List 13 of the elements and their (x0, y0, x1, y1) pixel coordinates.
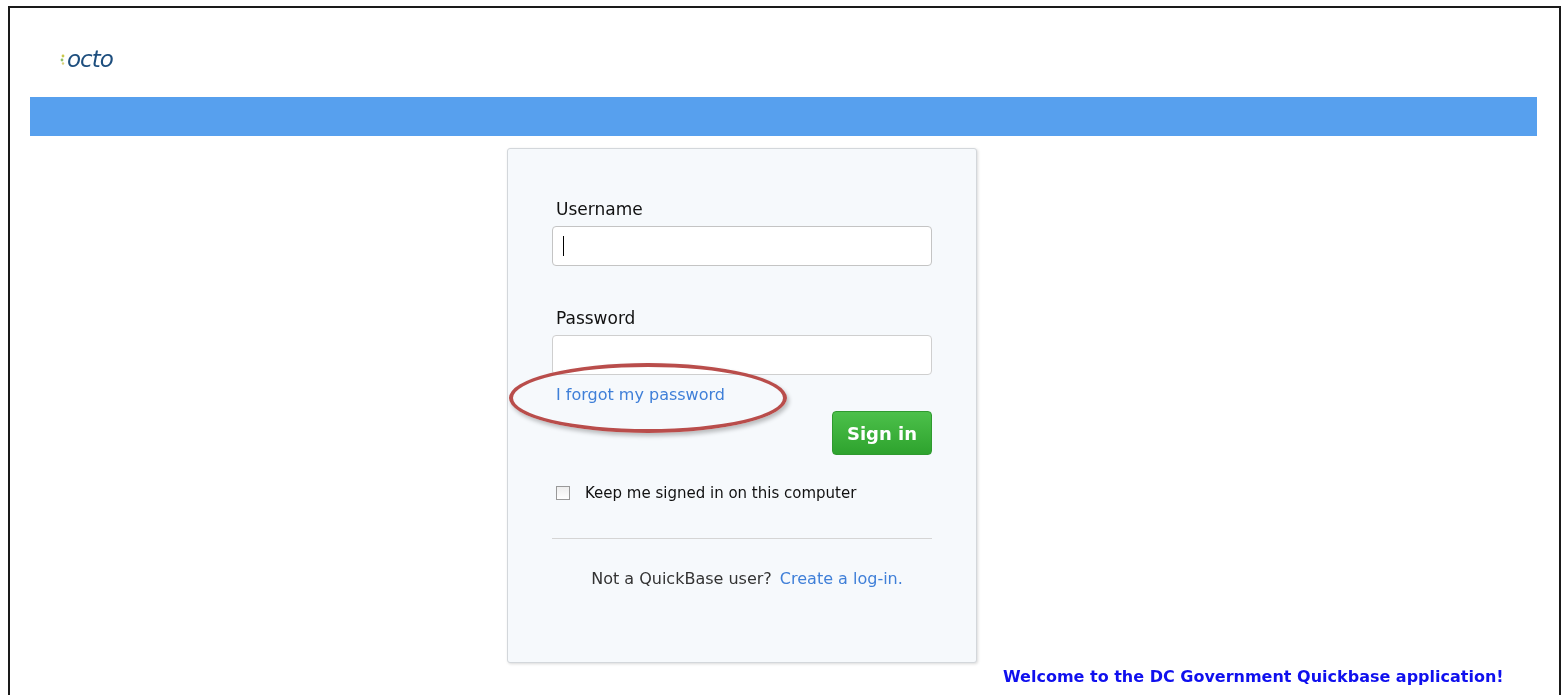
dots-icon (60, 53, 66, 65)
keep-signed-in-label: Keep me signed in on this computer (585, 484, 857, 502)
logo: octo (60, 46, 113, 72)
password-label: Password (556, 308, 637, 328)
username-label: Username (556, 199, 644, 219)
signup-prompt: Not a QuickBase user? (591, 569, 772, 588)
sign-in-button[interactable]: Sign in (832, 411, 932, 455)
username-field[interactable] (552, 226, 932, 266)
keep-signed-in-checkbox[interactable] (556, 486, 570, 500)
forgot-password-link[interactable]: I forgot my password (556, 385, 725, 404)
create-login-link[interactable]: Create a log-in. (779, 569, 903, 588)
welcome-message: Welcome to the DC Government Quickbase application! (1003, 667, 1504, 686)
password-field[interactable] (552, 335, 932, 375)
